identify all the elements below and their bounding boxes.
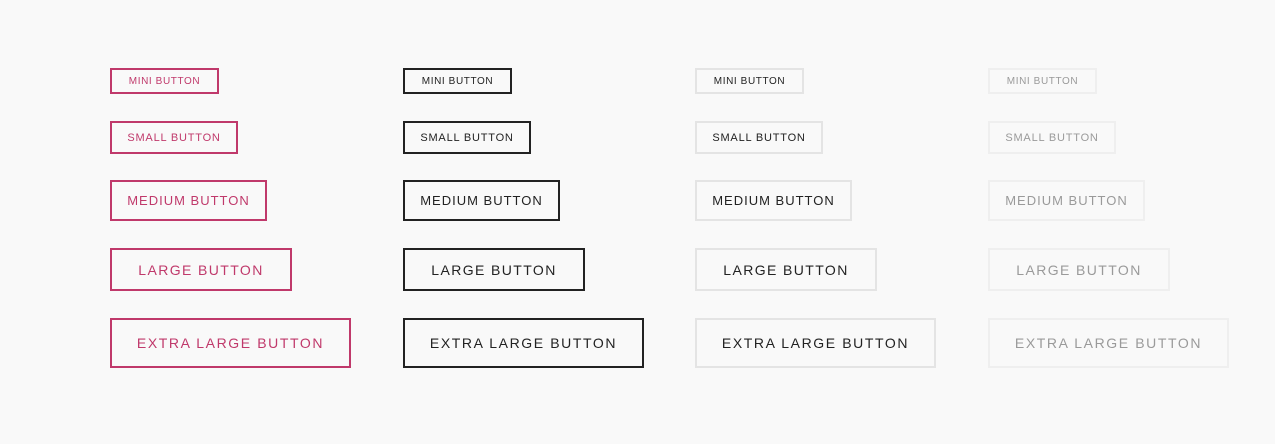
dark-large-button[interactable]: Large Button <box>403 248 585 291</box>
primary-extra-large-button[interactable]: Extra Large Button <box>110 318 351 368</box>
primary-large-button[interactable]: Large Button <box>110 248 292 291</box>
dark-medium-button[interactable]: Medium Button <box>403 180 560 221</box>
dark-extra-large-button[interactable]: Extra Large Button <box>403 318 644 368</box>
disabled-mini-button: Mini Button <box>988 68 1097 94</box>
light-medium-button[interactable]: Medium Button <box>695 180 852 221</box>
button-showcase: Mini Button Small Button Medium Button L… <box>0 0 1275 444</box>
primary-mini-button[interactable]: Mini Button <box>110 68 219 94</box>
light-small-button[interactable]: Small Button <box>695 121 823 154</box>
light-large-button[interactable]: Large Button <box>695 248 877 291</box>
light-extra-large-button[interactable]: Extra Large Button <box>695 318 936 368</box>
disabled-small-button: Small Button <box>988 121 1116 154</box>
disabled-large-button: Large Button <box>988 248 1170 291</box>
primary-medium-button[interactable]: Medium Button <box>110 180 267 221</box>
light-mini-button[interactable]: Mini Button <box>695 68 804 94</box>
dark-mini-button[interactable]: Mini Button <box>403 68 512 94</box>
primary-small-button[interactable]: Small Button <box>110 121 238 154</box>
disabled-medium-button: Medium Button <box>988 180 1145 221</box>
dark-small-button[interactable]: Small Button <box>403 121 531 154</box>
disabled-extra-large-button: Extra Large Button <box>988 318 1229 368</box>
